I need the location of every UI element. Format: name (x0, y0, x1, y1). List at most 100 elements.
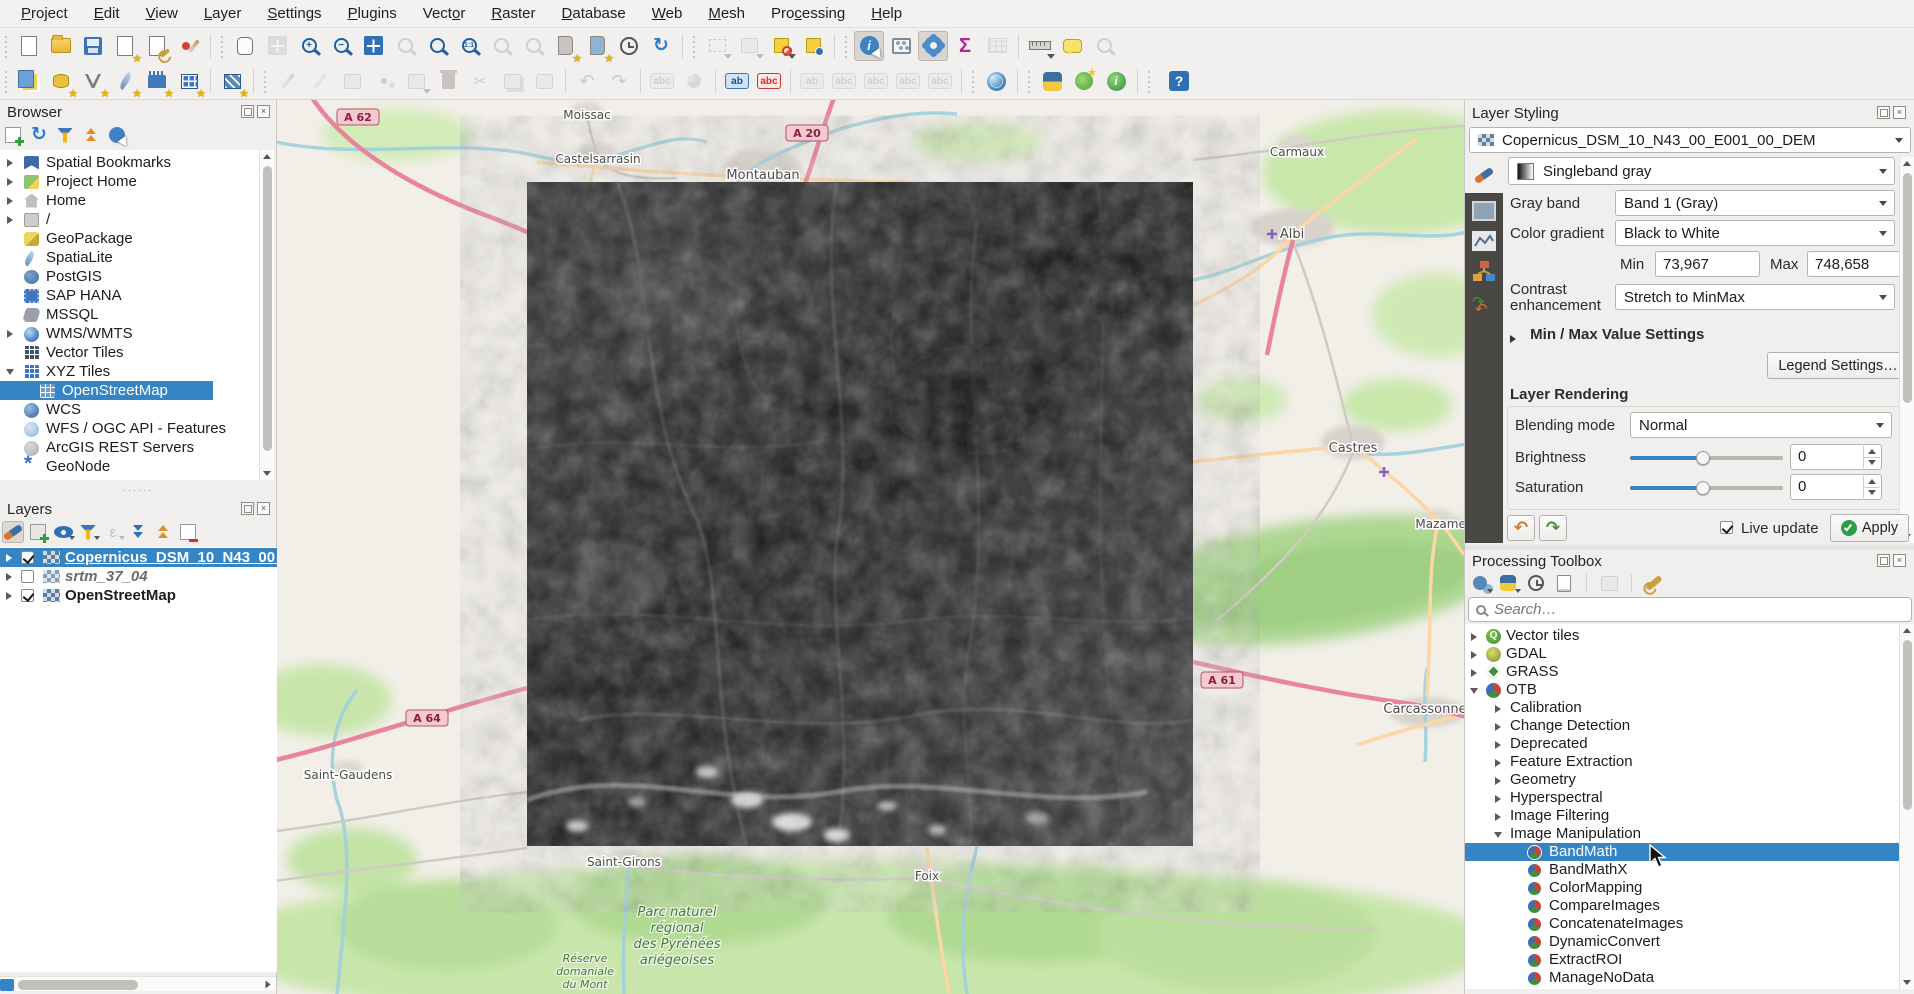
toolbox-item-feature-extraction[interactable]: Feature Extraction (1465, 753, 1899, 771)
manage-plugins-icon[interactable] (1069, 66, 1099, 96)
menu-web[interactable]: Web (639, 0, 696, 28)
zoom-native-icon[interactable]: 1:1 (454, 31, 484, 61)
menu-processing[interactable]: Processing (758, 0, 858, 28)
menu-project[interactable]: Project (8, 0, 81, 28)
select-all-features-icon[interactable] (798, 31, 828, 61)
toolbar-handle[interactable] (970, 69, 977, 93)
undo-style-button[interactable]: ↶ (1507, 515, 1535, 541)
contrast-select[interactable]: Stretch to MinMax (1615, 284, 1895, 310)
toolbox-item-bandmathx[interactable]: BandMathX (1465, 861, 1899, 879)
toolbox-history-icon[interactable] (1525, 572, 1547, 594)
toolbox-item-managenodata[interactable]: ManageNoData (1465, 969, 1899, 987)
new-bookmark-icon[interactable]: ★ (550, 31, 580, 61)
toolbar-handle[interactable] (219, 34, 226, 58)
manage-map-themes-icon[interactable] (52, 521, 74, 543)
save-edits-icon[interactable] (305, 66, 335, 96)
new-mesh-layer-icon[interactable]: ★ (217, 66, 247, 96)
styling-float-button[interactable] (1877, 106, 1890, 119)
map-tips-icon[interactable] (1057, 31, 1087, 61)
temporal-controller-icon[interactable] (614, 31, 644, 61)
label-toolbar-disabled-icon[interactable]: abc (647, 66, 677, 96)
saturation-slider[interactable] (1630, 486, 1783, 490)
redo-style-button[interactable]: ↷ (1539, 515, 1567, 541)
toolbar-handle[interactable] (3, 34, 10, 58)
toolbox-item-concatenateimages[interactable]: ConcatenateImages (1465, 915, 1899, 933)
otb-about-icon[interactable]: i (1101, 66, 1131, 96)
minmax-settings-section[interactable]: Min / Max Value Settings (1512, 326, 1704, 343)
new-project-icon[interactable] (14, 31, 44, 61)
zoom-out-icon[interactable]: − (326, 31, 356, 61)
open-project-icon[interactable] (46, 31, 76, 61)
toolbox-item-hyperspectral[interactable]: Hyperspectral (1465, 789, 1899, 807)
layers-close-button[interactable]: × (257, 502, 270, 515)
browser-filter-icon[interactable] (54, 124, 76, 146)
browser-add-layer-icon[interactable] (2, 124, 24, 146)
menu-settings[interactable]: Settings (254, 0, 334, 28)
toolbox-item-image-manipulation[interactable]: Image Manipulation (1465, 825, 1899, 843)
styling-close-button[interactable]: × (1893, 106, 1906, 119)
filter-by-expression-icon[interactable]: ε (102, 521, 124, 543)
refresh-map-icon[interactable]: ↻ (646, 31, 676, 61)
brightness-slider[interactable] (1630, 456, 1783, 460)
max-input[interactable] (1807, 251, 1907, 277)
browser-item-wfs[interactable]: WFS / OGC API - Features (0, 419, 259, 438)
toolbox-item-deprecated[interactable]: Deprecated (1465, 735, 1899, 753)
add-feature-icon[interactable] (337, 66, 367, 96)
menu-raster[interactable]: Raster (478, 0, 548, 28)
browser-item-openstreetmap[interactable]: OpenStreetMap (0, 381, 213, 400)
menu-view[interactable]: View (133, 0, 191, 28)
open-layer-styling-icon[interactable] (2, 521, 24, 543)
toolbox-item-vector-tiles[interactable]: QVector tiles (1465, 627, 1899, 645)
statistical-summary-icon[interactable] (886, 31, 916, 61)
pan-map-icon[interactable] (230, 31, 260, 61)
toolbox-close-button[interactable]: × (1893, 554, 1906, 567)
toolbox-item-otb[interactable]: OTB (1465, 681, 1899, 699)
processing-toolbox-icon[interactable] (918, 31, 948, 61)
layers-hscrollbar[interactable] (0, 976, 276, 991)
layer-diagram-icon[interactable]: abc (754, 66, 784, 96)
toolbox-options-icon[interactable] (1643, 572, 1665, 594)
layer-row-copernicus-dem[interactable]: Copernicus_DSM_10_N43_00_E001_00_DEM (0, 548, 277, 567)
pin-labels-icon[interactable]: ab (797, 66, 827, 96)
vertex-tool-icon[interactable] (369, 66, 399, 96)
browser-item-postgis[interactable]: PostGIS (0, 267, 259, 286)
toolbar-handle[interactable] (1146, 69, 1153, 93)
gray-band-select[interactable]: Band 1 (Gray) (1615, 190, 1895, 216)
browser-item-home[interactable]: Home (0, 191, 259, 210)
undo-icon[interactable]: ↶ (572, 66, 602, 96)
collapse-all-icon[interactable] (152, 521, 174, 543)
modify-attributes-icon[interactable] (401, 66, 431, 96)
redo-icon[interactable]: ↷ (604, 66, 634, 96)
toolbox-search-input[interactable] (1494, 601, 1874, 618)
pan-to-selection-icon[interactable] (262, 31, 292, 61)
layer-row-srtm[interactable]: srtm_37_04 (0, 567, 277, 586)
toolbox-search[interactable] (1468, 597, 1912, 622)
annotation-icon[interactable] (1089, 31, 1119, 61)
tab-history[interactable]: ↷↶ (1472, 295, 1496, 317)
menu-layer[interactable]: Layer (191, 0, 255, 28)
zoom-full-icon[interactable] (358, 31, 388, 61)
new-temporary-scratch-layer-icon[interactable]: ★ (142, 66, 172, 96)
toolbox-item-extractroi[interactable]: ExtractROI (1465, 951, 1899, 969)
browser-item-wcs[interactable]: WCS (0, 400, 259, 419)
toolbox-float-button[interactable] (1877, 554, 1890, 567)
zoom-to-selection-icon[interactable] (390, 31, 420, 61)
toolbar-handle[interactable] (843, 34, 850, 58)
tab-pyramids[interactable] (1472, 261, 1496, 283)
toolbox-scrollbar[interactable] (1899, 624, 1914, 989)
min-input[interactable] (1655, 251, 1760, 277)
browser-close-button[interactable]: × (257, 105, 270, 118)
browser-item-project-home[interactable]: Project Home (0, 172, 259, 191)
select-features-icon[interactable] (702, 31, 732, 61)
browser-item-vector-tiles[interactable]: Vector Tiles (0, 343, 259, 362)
live-update-checkbox[interactable] (1720, 521, 1733, 534)
rotate-label-icon[interactable]: abc (893, 66, 923, 96)
tab-transparency[interactable] (1472, 201, 1496, 221)
blending-mode-select[interactable]: Normal (1630, 412, 1892, 438)
data-source-manager-icon[interactable] (14, 66, 44, 96)
select-by-form-icon[interactable] (734, 31, 764, 61)
saturation-input[interactable]: 0 (1790, 474, 1882, 500)
browser-item-mssql[interactable]: MSSQL (0, 305, 259, 324)
browser-item-root[interactable]: / (0, 210, 259, 229)
measure-icon[interactable] (1025, 31, 1055, 61)
